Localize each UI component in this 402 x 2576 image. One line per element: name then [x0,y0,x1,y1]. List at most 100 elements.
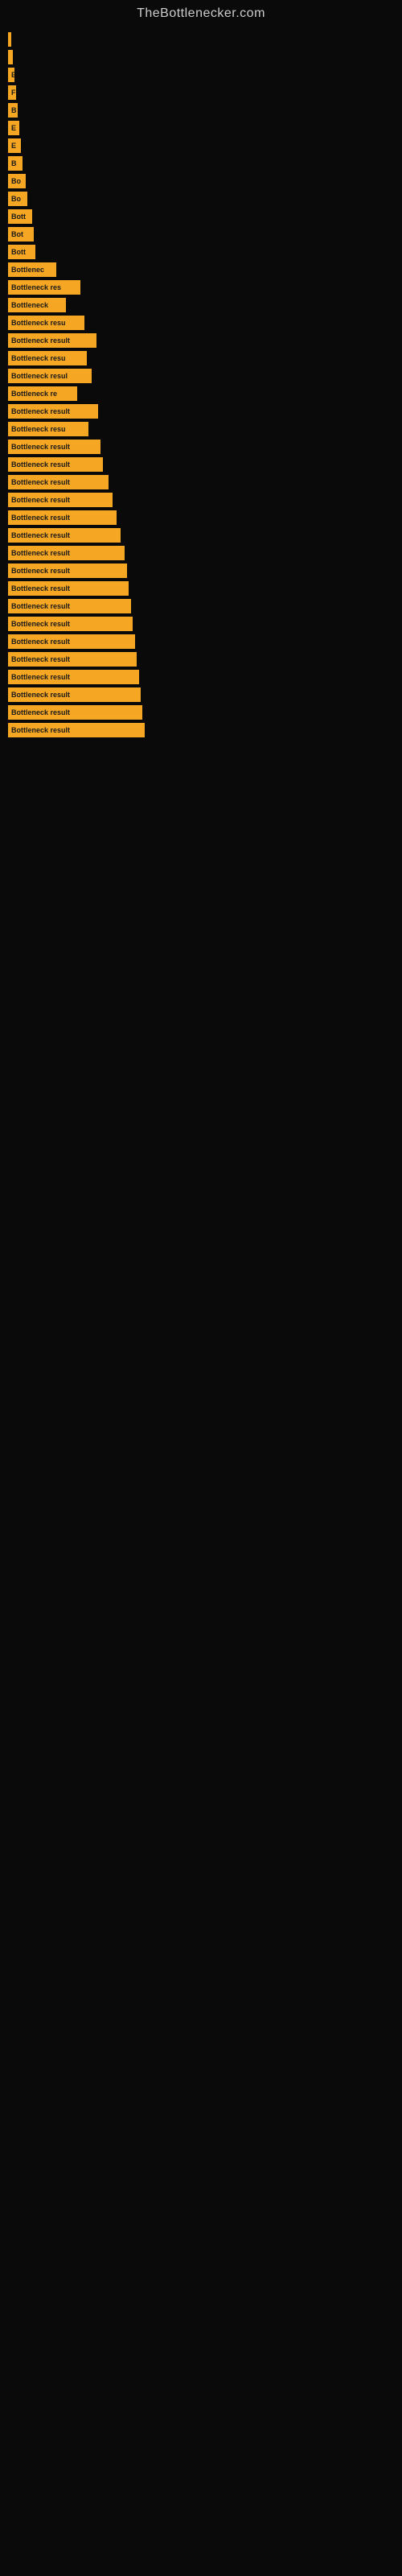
bar-label-4: B [11,106,17,114]
bar-row: Bottleneck result [8,670,402,684]
bar-label-2: E [11,71,14,79]
bars-container: E F B E E B Bo Bo Bott Bot Bott Bottlenec Bottleneck… [0,24,402,737]
bar-label-31: Bottleneck result [11,584,70,592]
bar-6: E [8,138,21,153]
bar-label-32: Bottleneck result [11,602,70,610]
bar-label-25: Bottleneck result [11,478,70,486]
bar-row: Bottleneck result [8,457,402,472]
bar-23: Bottleneck result [8,440,100,454]
bar-label-23: Bottleneck result [11,443,70,451]
bar-14: Bottleneck res [8,280,80,295]
bar-20: Bottleneck re [8,386,77,401]
bar-32: Bottleneck result [8,599,131,613]
bar-label-35: Bottleneck result [11,655,70,663]
bar-28: Bottleneck result [8,528,121,543]
bar-row: Bottleneck result [8,510,402,525]
bar-label-6: E [11,142,16,150]
bar-label-34: Bottleneck result [11,638,70,646]
bar-label-16: Bottleneck resu [11,319,66,327]
bar-38: Bottleneck result [8,705,142,720]
bar-row: Bottleneck resu [8,351,402,365]
bar-label-24: Bottleneck result [11,460,70,469]
bar-3: F [8,85,16,100]
bar-label-8: Bo [11,177,21,185]
bar-row [8,32,402,47]
bar-34: Bottleneck result [8,634,135,649]
bar-row: Bottleneck result [8,528,402,543]
bar-row: Bottleneck result [8,617,402,631]
bar-row: Bottleneck resul [8,369,402,383]
bar-row: Bott [8,209,402,224]
bar-label-17: Bottleneck result [11,336,70,345]
bar-label-15: Bottleneck [11,301,48,309]
bar-10: Bott [8,209,32,224]
bar-row: Bottleneck resu [8,422,402,436]
bar-row: Bottlenec [8,262,402,277]
bar-16: Bottleneck resu [8,316,84,330]
bar-9: Bo [8,192,27,206]
bar-label-26: Bottleneck result [11,496,70,504]
bar-row: E [8,138,402,153]
bar-13: Bottlenec [8,262,56,277]
bar-row: Bottleneck result [8,493,402,507]
bar-12: Bott [8,245,35,259]
bar-label-5: E [11,124,16,132]
bar-35: Bottleneck result [8,652,137,667]
bar-label-14: Bottleneck res [11,283,61,291]
bar-36: Bottleneck result [8,670,139,684]
bar-row: Bottleneck re [8,386,402,401]
bar-row: Bottleneck result [8,404,402,419]
bar-18: Bottleneck resu [8,351,87,365]
bar-row: Bottleneck result [8,475,402,489]
bar-26: Bottleneck result [8,493,113,507]
bar-21: Bottleneck result [8,404,98,419]
bar-7: B [8,156,23,171]
bar-label-22: Bottleneck resu [11,425,66,433]
bar-label-21: Bottleneck result [11,407,70,415]
bar-29: Bottleneck result [8,546,125,560]
bar-label-3: F [11,89,16,97]
bar-label-9: Bo [11,195,21,203]
bar-17: Bottleneck result [8,333,96,348]
site-title-container: TheBottlenecker.com [0,0,402,24]
bar-22: Bottleneck resu [8,422,88,436]
bar-33: Bottleneck result [8,617,133,631]
bar-label-38: Bottleneck result [11,708,70,716]
bar-8: Bo [8,174,26,188]
bar-row: B [8,156,402,171]
bar-30: Bottleneck result [8,564,127,578]
bar-row: Bottleneck result [8,705,402,720]
bar-row: Bottleneck result [8,687,402,702]
bar-11: Bot [8,227,34,242]
bar-0 [8,32,11,47]
bar-label-36: Bottleneck result [11,673,70,681]
bar-1 [8,50,13,64]
bar-row: Bottleneck res [8,280,402,295]
bar-row: F [8,85,402,100]
bar-row: Bottleneck resu [8,316,402,330]
bar-row: Bo [8,174,402,188]
bar-39: Bottleneck result [8,723,145,737]
bar-row [8,50,402,64]
bar-19: Bottleneck resul [8,369,92,383]
bar-row: Bo [8,192,402,206]
bar-37: Bottleneck result [8,687,141,702]
bar-label-13: Bottlenec [11,266,44,274]
bar-row: Bottleneck result [8,634,402,649]
bar-31: Bottleneck result [8,581,129,596]
bar-row: B [8,103,402,118]
bar-15: Bottleneck [8,298,66,312]
bar-row: Bottleneck result [8,723,402,737]
bar-25: Bottleneck result [8,475,109,489]
bar-row: Bottleneck result [8,333,402,348]
bar-label-37: Bottleneck result [11,691,70,699]
bar-2: E [8,68,14,82]
bar-row: Bottleneck result [8,652,402,667]
bar-label-12: Bott [11,248,26,256]
bar-row: E [8,68,402,82]
bar-label-18: Bottleneck resu [11,354,66,362]
bar-label-7: B [11,159,17,167]
bar-row: Bot [8,227,402,242]
bar-row: E [8,121,402,135]
site-title: TheBottlenecker.com [0,0,402,24]
